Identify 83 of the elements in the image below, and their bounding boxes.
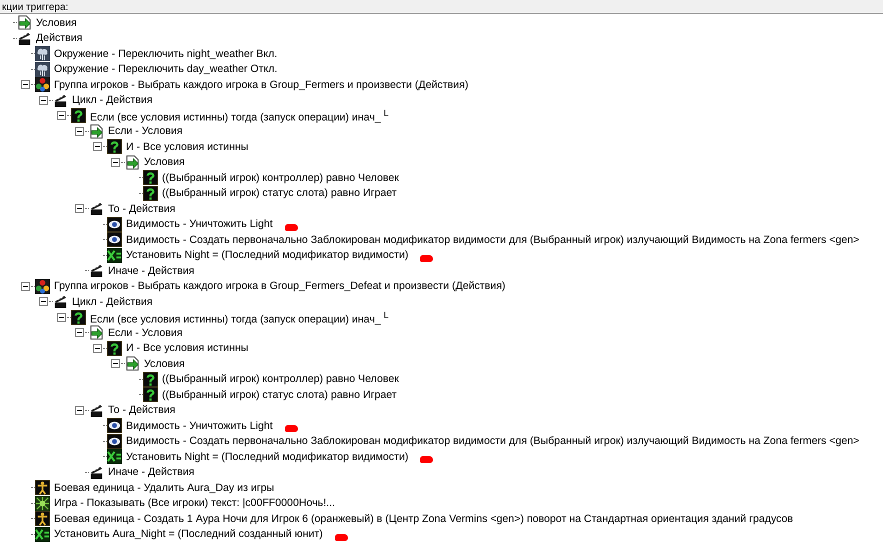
tree-item[interactable]: Видимость - Уничтожить Light: [126, 217, 273, 232]
tree-item[interactable]: Если - Условия: [108, 124, 183, 138]
tree-item[interactable]: Боевая единица - Удалить Aura_Day из игры: [54, 480, 274, 495]
tree-item[interactable]: Установить Aura_Night = (Последний созданный юнит): [54, 527, 323, 542]
clapperboard-icon: [17, 30, 32, 46]
eye-icon: [107, 434, 122, 449]
question-icon: [143, 170, 158, 186]
tree-item[interactable]: Окружение - Переключить night_weather Вкл.: [54, 46, 278, 61]
tree-item[interactable]: Группа игроков - Выбрать каждого игрока в Group_Fermers и произвести (Действия): [54, 78, 468, 92]
x-equals-icon: [107, 449, 122, 464]
collapse-toggle[interactable]: [57, 111, 66, 120]
document-arrow-icon: [125, 356, 140, 372]
collapse-toggle[interactable]: [39, 297, 48, 306]
tree-item[interactable]: Игра - Показывать (Все игроки) текст: |c00FF0000Ночь!...: [54, 496, 335, 510]
collapse-toggle[interactable]: [93, 142, 102, 152]
tree-item[interactable]: Действия: [36, 31, 82, 46]
x-equals-icon: [35, 526, 50, 542]
tree-item[interactable]: Окружение - Переключить day_weather Откл.: [54, 62, 278, 76]
figure-icon: [35, 480, 50, 496]
clapperboard-icon: [89, 464, 104, 480]
document-arrow-icon: [89, 325, 104, 340]
tree-item[interactable]: То - Действия: [108, 202, 176, 216]
collapse-toggle[interactable]: [111, 359, 120, 368]
tree-item[interactable]: Группа игроков - Выбрать каждого игрока в Group_Fermers_Defeat и произвести (Действия): [54, 279, 506, 294]
collapse-toggle[interactable]: [111, 158, 120, 167]
tree-item[interactable]: Боевая единица - Создать 1 Аура Ночи для Игрок 6 (оранжевый) в (Центр Zona Vermins <gen>) поворот на Стандартная ориентация зданий градусов: [54, 512, 794, 526]
tree-item[interactable]: И - Все условия истинны: [126, 341, 248, 356]
collapse-toggle[interactable]: [21, 282, 30, 291]
question-icon: [143, 372, 158, 387]
question-icon: [71, 108, 86, 124]
clapperboard-icon: [89, 263, 104, 278]
clapperboard-icon: [53, 294, 68, 310]
collapse-toggle[interactable]: [75, 328, 84, 338]
collapse-toggle[interactable]: [57, 312, 66, 322]
tree-item[interactable]: ((Выбранный игрок) контроллер) равно Человек: [162, 170, 399, 185]
tree-item[interactable]: Видимость - Создать первоначально Заблокирован модификатор видимости для (Выбранный игрок) излучающий Видимость на Zona fermers <gen>: [126, 434, 860, 448]
starburst-icon: [35, 496, 50, 511]
tree-item[interactable]: То - Действия: [108, 403, 176, 418]
player-group-icon: [35, 77, 50, 92]
collapse-toggle[interactable]: [75, 204, 84, 214]
tree-item[interactable]: И - Все условия истинны: [126, 140, 248, 154]
clapperboard-icon: [89, 201, 104, 216]
tree-item[interactable]: Условия: [144, 356, 185, 371]
document-arrow-icon: [125, 154, 140, 170]
player-group-icon: [35, 278, 50, 294]
tree-item[interactable]: Иначе - Действия: [108, 264, 194, 278]
tree-item[interactable]: Установить Night = (Последний модификатор видимости): [126, 450, 408, 464]
tree-item[interactable]: Условия: [144, 155, 185, 170]
document-arrow-icon: [89, 124, 104, 139]
tree-item[interactable]: Иначе - Действия: [108, 465, 194, 480]
question-icon: [143, 186, 158, 201]
tree-item[interactable]: ((Выбранный игрок) статус слота) равно Играет: [162, 186, 397, 200]
tree-item[interactable]: Видимость - Уничтожить Light: [126, 418, 273, 433]
storm-icon: [35, 62, 50, 77]
section-label: кции триггера:: [1, 2, 68, 13]
tree-item[interactable]: Если - Условия: [108, 326, 183, 340]
eye-icon: [107, 418, 122, 434]
tree-item[interactable]: Цикл - Действия: [72, 294, 153, 309]
tree-item[interactable]: Условия: [36, 16, 77, 30]
eye-icon: [107, 216, 122, 232]
collapse-toggle[interactable]: [39, 96, 48, 105]
collapse-toggle[interactable]: [75, 126, 84, 136]
eye-icon: [107, 232, 122, 248]
x-equals-icon: [107, 248, 122, 263]
storm-icon: [35, 46, 50, 62]
tree-item[interactable]: Цикл - Действия: [72, 93, 153, 108]
tree-item[interactable]: Видимость - Создать первоначально Заблокирован модификатор видимости для (Выбранный игрок) излучающий Видимость на Zona fermers <gen>: [126, 232, 860, 247]
tree-item[interactable]: ((Выбранный игрок) контроллер) равно Человек: [162, 372, 399, 386]
collapse-toggle[interactable]: [75, 406, 84, 415]
tree-item[interactable]: Установить Night = (Последний модификатор видимости): [126, 248, 408, 262]
question-icon: [71, 310, 86, 325]
tree-item[interactable]: Если (все условия истинны) тогда (запуск операции) инач_ $^{L}$: [90, 308, 389, 327]
document-arrow-icon: [17, 15, 32, 30]
collapse-toggle[interactable]: [93, 344, 102, 353]
tree-item[interactable]: Если (все условия истинны) тогда (запуск операции) инач_ $^{L}$: [90, 106, 389, 126]
figure-icon: [35, 511, 50, 526]
collapse-toggle[interactable]: [21, 80, 30, 90]
question-icon: [143, 387, 158, 402]
question-icon: [107, 139, 122, 154]
clapperboard-icon: [89, 402, 104, 418]
clapperboard-icon: [53, 92, 68, 108]
question-icon: [107, 340, 122, 356]
tree-item[interactable]: ((Выбранный игрок) статус слота) равно Играет: [162, 388, 397, 402]
